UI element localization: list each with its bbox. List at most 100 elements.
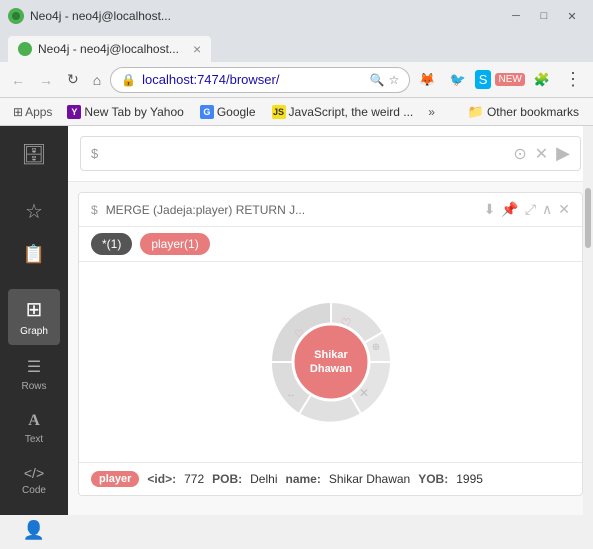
extension-puzzle[interactable]: 🧩 — [529, 68, 555, 92]
pob-label: POB: — [212, 472, 242, 486]
svg-text:Shikar: Shikar — [314, 349, 348, 361]
main-content: 🗄 ☆ 📋 ⊞ Graph ☰ Rows A Text </> Code 👤 — [0, 126, 593, 515]
security-icon: 🔒 — [121, 73, 136, 87]
player-badge: player — [91, 471, 139, 487]
code-icon: </> — [24, 465, 44, 481]
query-input-row: $ ⊙ ✕ ▶ — [80, 136, 581, 171]
result-panel: $ MERGE (Jadeja:player) RETURN J... ⬇ 📌 … — [78, 192, 583, 496]
active-tab[interactable]: Neo4j - neo4j@localhost... × — [8, 36, 211, 62]
folder-icon: 📁 — [468, 104, 484, 120]
sidebar-item-text[interactable]: A Text — [8, 404, 60, 453]
sidebar-item-settings[interactable]: 👤 — [8, 512, 60, 549]
skype-icon[interactable]: S — [475, 70, 492, 89]
person-icon: 👤 — [23, 520, 45, 541]
browser-content-area: $ ⊙ ✕ ▶ $ MERGE (Jadeja:player) RETURN J… — [68, 126, 593, 515]
address-icons: 🔍 ☆ — [370, 73, 400, 87]
svg-text:⊕: ⊕ — [371, 342, 379, 353]
title-bar: Neo4j - neo4j@localhost... ─ □ ✕ — [0, 0, 593, 32]
star-icon: ☆ — [25, 199, 43, 224]
sidebar-graph-label: Graph — [20, 326, 48, 337]
bookmark-google[interactable]: G Google — [194, 103, 262, 121]
bookmark-star-icon[interactable]: ☆ — [389, 73, 400, 87]
bookmark-yahoo[interactable]: Y New Tab by Yahoo — [61, 103, 189, 121]
svg-text:Dhawan: Dhawan — [309, 363, 351, 375]
sidebar-item-graph[interactable]: ⊞ Graph — [8, 289, 60, 345]
reload-button[interactable]: ↻ — [62, 67, 84, 92]
close-button[interactable]: ✕ — [559, 6, 585, 26]
tab-close-button[interactable]: × — [193, 41, 201, 57]
tab-bar: Neo4j - neo4j@localhost... × — [0, 32, 593, 62]
tab-player-label: player(1) — [151, 237, 198, 251]
sidebar-item-database[interactable]: 🗄 — [8, 134, 60, 175]
pin-result-button[interactable]: 📌 — [501, 201, 518, 218]
home-button[interactable]: ⌂ — [88, 68, 106, 92]
name-label: name: — [286, 472, 321, 486]
query-action-buttons: ⊙ ✕ ▶ — [513, 143, 570, 164]
sidebar-item-code[interactable]: </> Code — [8, 457, 60, 504]
other-bookmarks-label: Other bookmarks — [487, 105, 579, 119]
search-icon[interactable]: 🔍 — [370, 73, 385, 87]
favorite-query-button[interactable]: ⊙ — [513, 143, 526, 164]
sidebar-rows-label: Rows — [21, 381, 46, 392]
sidebar-item-documents[interactable]: 📋 — [8, 236, 60, 273]
bookmark-yahoo-label: New Tab by Yahoo — [84, 105, 183, 119]
window-controls[interactable]: ─ □ ✕ — [503, 6, 585, 26]
database-icon: 🗄 — [21, 142, 46, 167]
yahoo-favicon: Y — [67, 105, 81, 119]
clear-query-button[interactable]: ✕ — [535, 143, 548, 164]
tab-favicon — [18, 42, 32, 56]
run-query-button[interactable]: ▶ — [556, 143, 570, 164]
result-action-buttons: ⬇ 📌 ⤢ ∧ ✕ — [484, 201, 570, 218]
result-tabs: *(1) player(1) — [79, 227, 582, 262]
forward-button[interactable]: → — [34, 68, 58, 92]
google-favicon: G — [200, 105, 214, 119]
extension-icon-1[interactable]: 🦊 — [414, 68, 440, 92]
result-info-bar: player <id>: 772 POB: Delhi name: Shikar… — [79, 462, 582, 495]
close-result-button[interactable]: ✕ — [558, 201, 570, 218]
back-button[interactable]: ← — [6, 68, 30, 92]
extension-new-badge[interactable]: NEW — [495, 73, 524, 86]
rows-icon: ☰ — [27, 357, 41, 377]
maximize-button[interactable]: □ — [531, 6, 557, 26]
graph-svg: ♡ ⊕ ✕ ↔ ♡ Shikar Dhawan — [231, 272, 431, 452]
collapse-result-button[interactable]: ∧ — [542, 201, 552, 218]
sidebar-item-favorites[interactable]: ☆ — [8, 191, 60, 232]
minimize-button[interactable]: ─ — [503, 6, 529, 26]
expand-result-button[interactable]: ⤢ — [525, 201, 536, 218]
bookmark-js[interactable]: JS JavaScript, the weird ... — [266, 103, 420, 121]
window-title: Neo4j - neo4j@localhost... — [30, 9, 171, 23]
tab-nodes-label: *(1) — [102, 237, 121, 251]
extension-icon-2[interactable]: 🐦 — [445, 68, 471, 92]
other-bookmarks[interactable]: 📁 Other bookmarks — [462, 102, 585, 122]
apps-button[interactable]: ⊞ Apps — [8, 103, 57, 121]
pob-value: Delhi — [250, 472, 277, 486]
scrollbar-thumb[interactable] — [585, 188, 591, 248]
graph-visualization-area[interactable]: ♡ ⊕ ✕ ↔ ♡ Shikar Dhawan — [79, 262, 582, 462]
vertical-scrollbar[interactable] — [583, 126, 593, 515]
query-input-field[interactable] — [106, 146, 505, 161]
tab-nodes[interactable]: *(1) — [91, 233, 132, 255]
result-prompt-symbol: $ — [91, 203, 98, 217]
sidebar-code-label: Code — [22, 485, 46, 496]
query-prompt-symbol: $ — [91, 146, 98, 161]
sidebar-text-label: Text — [25, 434, 43, 445]
url-text: localhost:7474/browser/ — [142, 72, 364, 87]
result-query-text: MERGE (Jadeja:player) RETURN J... — [106, 203, 476, 217]
id-label: <id>: — [147, 472, 176, 486]
js-favicon: JS — [272, 105, 286, 119]
query-input-area: $ ⊙ ✕ ▶ — [68, 126, 593, 182]
neo4j-sidebar: 🗄 ☆ 📋 ⊞ Graph ☰ Rows A Text </> Code 👤 — [0, 126, 68, 515]
bookmark-js-label: JavaScript, the weird ... — [289, 105, 414, 119]
tab-player[interactable]: player(1) — [140, 233, 209, 255]
address-bar[interactable]: 🔒 localhost:7474/browser/ 🔍 ☆ — [110, 67, 410, 93]
browser-menu-button[interactable]: ⋮ — [559, 67, 587, 92]
download-result-button[interactable]: ⬇ — [484, 201, 496, 218]
app-icon — [8, 8, 24, 24]
bookmark-google-label: Google — [217, 105, 256, 119]
name-value: Shikar Dhawan — [329, 472, 410, 486]
document-icon: 📋 — [23, 244, 45, 265]
more-bookmarks-button[interactable]: » — [423, 103, 440, 121]
result-header: $ MERGE (Jadeja:player) RETURN J... ⬇ 📌 … — [79, 193, 582, 227]
sidebar-item-rows[interactable]: ☰ Rows — [8, 349, 60, 400]
text-icon: A — [28, 412, 40, 430]
